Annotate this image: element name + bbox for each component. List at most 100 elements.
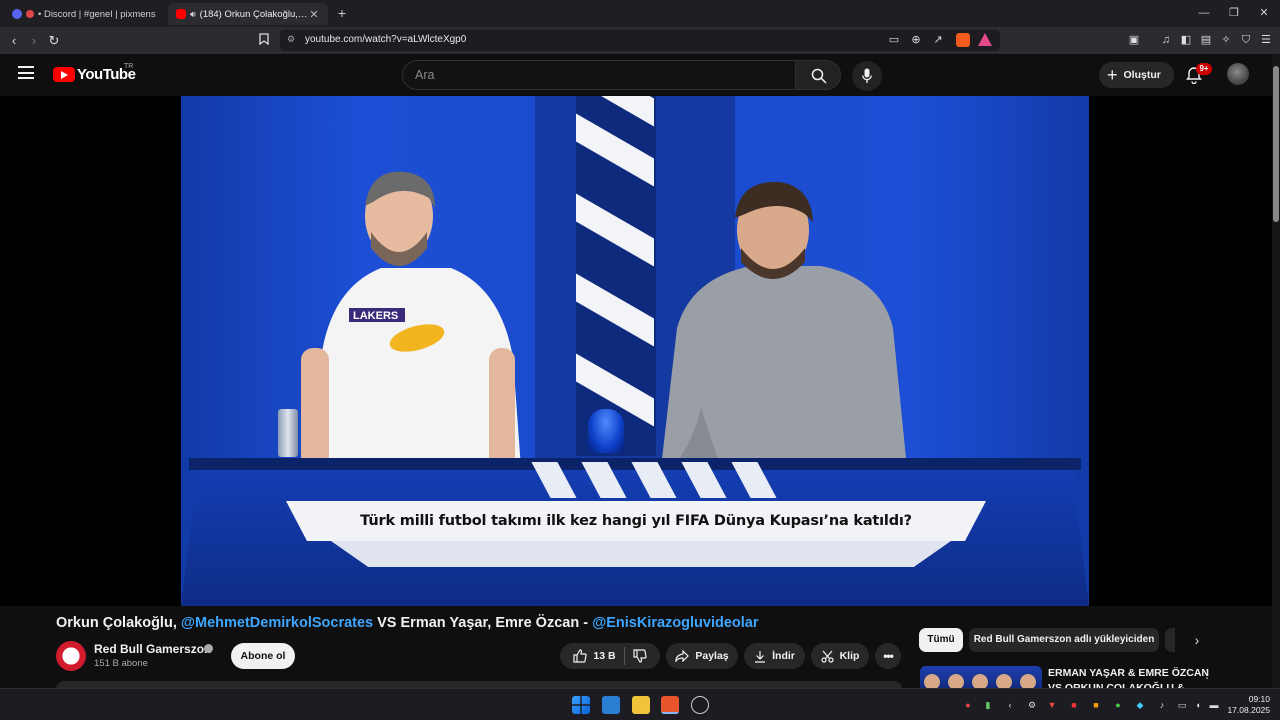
share-page-icon[interactable]: ↗	[930, 32, 946, 48]
leo-ai-icon[interactable]: ✧	[1218, 32, 1234, 48]
sidebar-panel-icon[interactable]: ▣	[1126, 32, 1142, 48]
host-left-figure: LAKERS	[301, 171, 521, 468]
share-button[interactable]: Paylaş	[666, 643, 738, 669]
tray-app2-icon[interactable]: ■	[1090, 699, 1102, 711]
channel-mention-link[interactable]: @EnisKirazogluvideolar	[592, 615, 758, 631]
url-text: youtube.com/watch?v=aLWlcteXgp0	[305, 34, 467, 45]
download-label: İndir	[772, 650, 795, 662]
back-icon[interactable]: ‹	[4, 31, 24, 51]
plus-icon: +	[1107, 65, 1118, 85]
minimize-icon[interactable]: —	[1192, 4, 1216, 22]
search-placeholder: Ara	[415, 68, 435, 82]
subscribe-button[interactable]: Abone ol	[231, 643, 295, 669]
network-icon[interactable]: ▭	[1176, 699, 1188, 711]
tray-app3-icon[interactable]: ●	[1112, 699, 1124, 711]
more-horizontal-icon: •••	[883, 649, 894, 663]
video-player[interactable]: LAKERS Türk milli futbol takımı ilk kez …	[0, 96, 1272, 606]
hamburger-menu-icon[interactable]	[18, 66, 34, 82]
browser-menu-icon[interactable]: ☰	[1258, 32, 1274, 48]
more-actions-button[interactable]: •••	[875, 643, 901, 669]
download-button[interactable]: İndir	[744, 643, 805, 669]
tray-steam-icon[interactable]: ⚙	[1026, 699, 1038, 711]
reload-icon[interactable]: ↻	[44, 31, 64, 51]
tray-mic-icon[interactable]: ♪	[1156, 699, 1168, 711]
close-window-icon[interactable]: ✕	[1252, 4, 1276, 22]
vpn-shield-icon[interactable]: ⛉	[1238, 32, 1254, 48]
zoom-icon[interactable]: ⊕	[908, 32, 924, 48]
related-video-title-line1[interactable]: ERMAN YAŞAR & EMRE ÖZCAN	[1048, 667, 1209, 679]
close-tab-icon[interactable]: ✕	[308, 8, 320, 21]
account-avatar[interactable]	[1227, 63, 1249, 85]
reading-list-icon[interactable]: ◧	[1178, 32, 1194, 48]
video-title: Orkun Çolakoğlu, @MehmetDemirkolSocrates…	[56, 615, 906, 631]
video-frame[interactable]: LAKERS Türk milli futbol takımı ilk kez …	[181, 96, 1089, 606]
tray-shield-icon[interactable]: ▼	[1046, 699, 1058, 711]
youtube-logo-icon[interactable]	[53, 67, 75, 82]
tab-discord[interactable]: • Discord | #genel | pixmens	[4, 3, 164, 25]
create-label: Oluştur	[1123, 69, 1161, 81]
chip-all[interactable]: Tümü	[919, 628, 963, 652]
channel-mention-link[interactable]: @MehmetDemirkolSocrates	[181, 615, 373, 631]
like-icon[interactable]	[573, 649, 588, 663]
question-banner: Türk milli futbol takımı ilk kez hangi y…	[286, 501, 986, 541]
brave-browser-icon[interactable]	[661, 696, 679, 714]
audio-dot-icon	[26, 10, 34, 18]
windows-start-icon[interactable]	[572, 696, 590, 714]
question-text: Türk milli futbol takımı ilk kez hangi y…	[360, 513, 912, 529]
youtube-favicon-icon	[176, 9, 186, 19]
buzzer-light	[588, 409, 624, 453]
tray-record-icon[interactable]: ■	[1068, 699, 1080, 711]
battery-icon[interactable]: ▬	[1208, 699, 1220, 711]
clock-time: 09:10	[1248, 694, 1270, 704]
clip-label: Klip	[839, 650, 860, 662]
youtube-header: YouTube TR Ara + Oluştur 9+	[0, 54, 1280, 96]
browser-tab-bar: • Discord | #genel | pixmens 🔊︎ (184) Or…	[0, 0, 1280, 27]
tray-app-icon[interactable]: ●	[962, 699, 974, 711]
channel-avatar[interactable]	[56, 641, 86, 671]
chevron-right-icon[interactable]: ›	[1188, 630, 1206, 650]
channel-name[interactable]: Red Bull Gamerszon	[94, 642, 211, 656]
search-button[interactable]	[795, 60, 841, 90]
microphone-icon	[862, 68, 872, 83]
widgets-icon[interactable]	[602, 696, 620, 714]
tab-youtube[interactable]: 🔊︎ (184) Orkun Çolakoğlu, @MehmetDemirko…	[168, 3, 328, 25]
scissors-icon	[820, 650, 834, 663]
bookmark-icon[interactable]	[254, 31, 274, 51]
host-right-figure	[661, 181, 907, 468]
chip-next-partial[interactable]	[1165, 628, 1175, 652]
media-icon[interactable]: ♫	[1158, 32, 1174, 48]
tray-nvidia-icon[interactable]: ▮	[982, 699, 994, 711]
steam-icon[interactable]	[691, 696, 709, 714]
scrollbar-thumb[interactable]	[1273, 66, 1279, 222]
question-banner-shadow	[331, 541, 951, 567]
taskbar-clock[interactable]: 09:10 17.08.2025	[1226, 694, 1270, 716]
create-button[interactable]: + Oluştur	[1099, 62, 1174, 88]
windows-taskbar: ● ▮ ‹ ⚙ ▼ ■ ■ ● ◆ ♪ ▭ ◖ ▬ 09:10 17.08.20…	[0, 688, 1280, 720]
volume-icon[interactable]: ◖	[1192, 699, 1204, 711]
tab-title: (184) Orkun Çolakoğlu, @MehmetDemirkolSo…	[199, 8, 308, 20]
tray-arrow-icon[interactable]: ‹	[1004, 699, 1016, 711]
brave-rewards-icon[interactable]	[978, 33, 992, 46]
forward-icon[interactable]: ›	[24, 31, 44, 51]
cast-icon[interactable]: ▭	[886, 32, 902, 48]
like-count[interactable]: 13 B	[593, 650, 615, 662]
energy-drink-can	[278, 409, 298, 457]
clock-date: 17.08.2025	[1227, 705, 1270, 715]
brave-shield-icon[interactable]	[956, 33, 970, 47]
site-info-icon[interactable]: ⚙	[287, 34, 295, 45]
restore-icon[interactable]: ❐	[1222, 4, 1246, 22]
new-tab-button[interactable]: +	[334, 4, 350, 22]
chip-from-uploader[interactable]: Red Bull Gamerszon adlı yükleyiciden	[969, 628, 1159, 652]
kebab-menu-icon[interactable]: ⋮	[1200, 667, 1214, 683]
file-explorer-icon[interactable]	[632, 696, 650, 714]
search-input[interactable]: Ara	[402, 60, 796, 90]
address-bar[interactable]: ⚙ youtube.com/watch?v=aLWlcteXgp0 ▭ ⊕ ↗	[280, 30, 1000, 51]
clip-button[interactable]: Klip	[811, 643, 869, 669]
dislike-icon[interactable]	[632, 649, 647, 663]
tray-app4-icon[interactable]: ◆	[1134, 699, 1146, 711]
share-icon	[675, 650, 690, 662]
wallet-icon[interactable]: ▤	[1198, 32, 1214, 48]
discord-icon	[12, 9, 22, 19]
notification-badge: 9+	[1196, 63, 1212, 75]
voice-search-button[interactable]	[852, 61, 882, 91]
